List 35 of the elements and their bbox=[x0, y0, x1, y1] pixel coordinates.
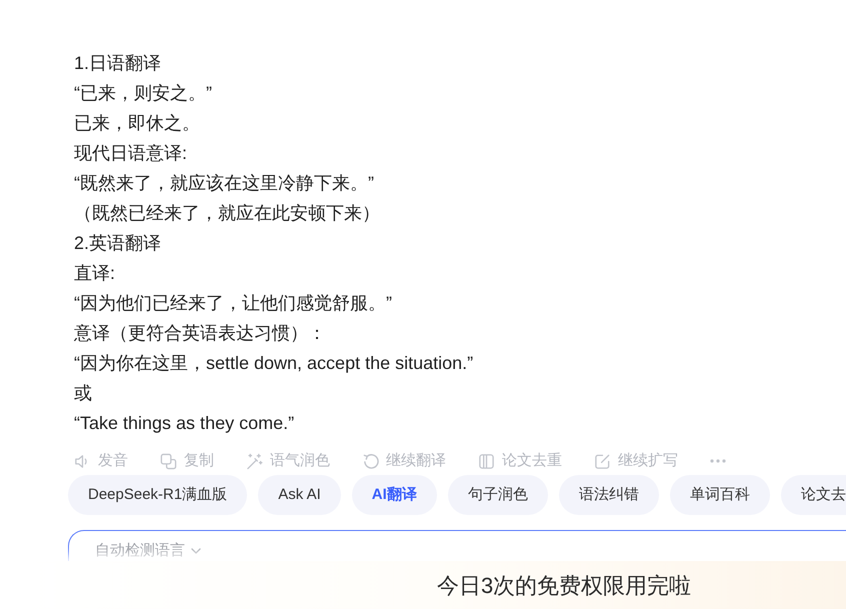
columns-icon bbox=[478, 452, 495, 470]
answer-line: “Take things as they come.” bbox=[74, 412, 294, 435]
refresh-icon bbox=[362, 452, 379, 470]
tool-chip[interactable]: Ask AI bbox=[258, 475, 341, 515]
answer-line: “因为他们已经来了，让他们感觉舒服。” bbox=[74, 292, 392, 315]
answer-line: “既然来了，就应该在这里冷静下来。” bbox=[74, 172, 374, 195]
answer-line: 或 bbox=[74, 382, 92, 405]
edit-icon bbox=[594, 452, 611, 470]
action-button[interactable]: 论文去重 bbox=[478, 451, 562, 471]
more-icon[interactable] bbox=[710, 459, 726, 463]
tool-chip[interactable]: 句子润色 bbox=[448, 475, 548, 515]
tool-chip[interactable]: DeepSeek-R1满血版 bbox=[68, 475, 248, 515]
answer-line: “因为你在这里，settle down, accept the situation.” bbox=[74, 352, 474, 375]
answer-line: 直译: bbox=[74, 262, 116, 285]
action-button[interactable]: 继续扩写 bbox=[594, 451, 678, 471]
language-selector[interactable]: 自动检测语言 bbox=[95, 542, 201, 560]
caret-icon bbox=[191, 548, 201, 554]
tool-chip[interactable]: 论文去 bbox=[780, 475, 846, 515]
answer-line: 2.英语翻译 bbox=[74, 232, 162, 255]
magic-wand-icon bbox=[246, 452, 263, 470]
answer-line: 现代日语意译: bbox=[74, 142, 188, 165]
action-button[interactable]: 语气润色 bbox=[246, 451, 330, 471]
notice-text: 今日3次的免费权限用完啦 bbox=[437, 572, 692, 600]
answer-line: （既然已经来了，就应在此安顿下来） bbox=[74, 202, 380, 225]
action-button[interactable]: 发音 bbox=[74, 451, 128, 471]
answer-line: 1.日语翻译 bbox=[74, 52, 162, 75]
tool-chip[interactable]: 语法纠错 bbox=[558, 475, 659, 515]
copy-icon bbox=[160, 452, 177, 470]
action-button[interactable]: 继续翻译 bbox=[362, 451, 446, 471]
answer-line: “已来，则安之。” bbox=[74, 82, 212, 105]
action-button[interactable]: 复制 bbox=[160, 451, 214, 471]
tool-chip[interactable]: 单词百科 bbox=[670, 475, 770, 515]
answer-line: 意译（更符合英语表达习惯）： bbox=[74, 322, 326, 345]
answer-line: 已来，即休之。 bbox=[74, 112, 200, 135]
tool-chip[interactable]: AI翻译 bbox=[352, 475, 437, 515]
